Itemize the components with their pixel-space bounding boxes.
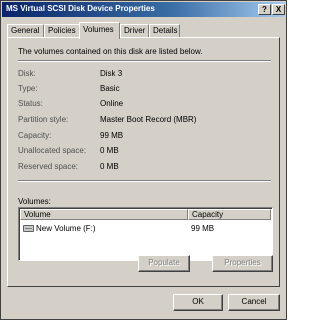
partition-style-value: Master Boot Record (MBR) xyxy=(100,115,197,124)
capacity-value: 99 MB xyxy=(100,131,124,140)
volumes-label: Volumes: xyxy=(18,197,51,206)
cancel-button[interactable]: Cancel xyxy=(228,294,280,311)
tab-driver[interactable]: Driver xyxy=(120,24,149,38)
column-header-capacity[interactable]: Capacity xyxy=(188,209,271,220)
column-header-volume[interactable]: Volume xyxy=(20,209,188,220)
tab-volumes[interactable]: Volumes xyxy=(79,22,120,39)
status-value: Online xyxy=(100,99,124,108)
tab-policies[interactable]: Policies xyxy=(44,24,80,38)
properties-button[interactable]: Properties xyxy=(212,255,273,272)
volume-capacity: 99 MB xyxy=(191,224,215,233)
disk-label: Disk: xyxy=(18,69,36,78)
partition-style-label: Partition style: xyxy=(18,115,69,124)
tab-details[interactable]: Details xyxy=(149,24,180,38)
populate-button[interactable]: Populate xyxy=(138,255,190,272)
type-label: Type: xyxy=(18,84,38,93)
intro-text: The volumes contained on this disk are l… xyxy=(18,47,203,56)
volumes-list[interactable]: Volume Capacity New Volume (F:) 99 MB xyxy=(18,207,273,261)
divider xyxy=(18,180,271,182)
tab-general[interactable]: General xyxy=(7,24,44,38)
properties-dialog: MS Virtual SCSI Disk Device Properties ?… xyxy=(0,0,287,320)
volumes-panel: The volumes contained on this disk are l… xyxy=(7,37,280,287)
title-bar[interactable]: MS Virtual SCSI Disk Device Properties ?… xyxy=(2,2,285,17)
close-button[interactable]: X xyxy=(272,4,285,15)
disk-value: Disk 3 xyxy=(100,69,123,78)
reserved-space-value: 0 MB xyxy=(100,162,119,171)
status-label: Status: xyxy=(18,99,43,108)
volume-name: New Volume (F:) xyxy=(36,224,96,233)
window-title: MS Virtual SCSI Disk Device Properties xyxy=(6,4,155,13)
type-value: Basic xyxy=(100,84,120,93)
capacity-label: Capacity: xyxy=(18,131,52,140)
unallocated-space-label: Unallocated space: xyxy=(18,146,87,155)
reserved-space-label: Reserved space: xyxy=(18,162,79,171)
tab-strip: General Policies Volumes Driver Details xyxy=(7,22,277,39)
divider xyxy=(18,60,271,62)
drive-icon xyxy=(23,225,34,232)
help-button[interactable]: ? xyxy=(258,4,271,15)
list-item[interactable]: New Volume (F:) 99 MB xyxy=(21,224,271,236)
ok-button[interactable]: OK xyxy=(173,294,223,311)
unallocated-space-value: 0 MB xyxy=(100,146,119,155)
